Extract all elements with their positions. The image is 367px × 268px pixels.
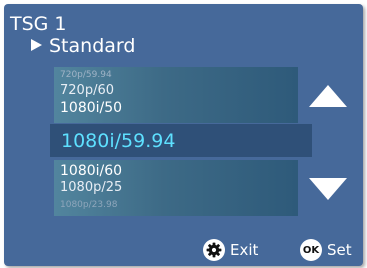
option-item[interactable]: 720p/60 bbox=[60, 83, 114, 98]
triangle-up-icon[interactable] bbox=[309, 85, 347, 107]
ok-icon-text: OK bbox=[302, 244, 320, 256]
submenu-label: Standard bbox=[49, 35, 136, 57]
triangle-down-icon[interactable] bbox=[309, 178, 347, 200]
triangle-right-icon bbox=[31, 39, 42, 51]
exit-button[interactable]: Exit bbox=[203, 238, 258, 262]
selected-option[interactable]: 1080i/59.94 bbox=[61, 130, 175, 152]
option-item[interactable]: 1080i/60 bbox=[60, 163, 122, 179]
option-item[interactable]: 1080i/50 bbox=[60, 100, 122, 116]
option-item[interactable]: 1080p/25 bbox=[60, 180, 122, 195]
set-button[interactable]: OK Set bbox=[300, 238, 352, 262]
set-label: Set bbox=[327, 241, 352, 259]
menu-title: TSG 1 bbox=[10, 13, 67, 35]
option-item[interactable]: 1080p/23.98 bbox=[60, 200, 117, 210]
gear-icon bbox=[203, 239, 225, 261]
option-item[interactable]: 720p/59.94 bbox=[60, 70, 112, 80]
ok-icon: OK bbox=[300, 239, 322, 261]
exit-label: Exit bbox=[230, 241, 259, 259]
submenu-heading: Standard bbox=[31, 36, 135, 56]
tsg-menu-screen: TSG 1 Standard 720p/59.94 720p/60 1080i/… bbox=[4, 4, 363, 266]
